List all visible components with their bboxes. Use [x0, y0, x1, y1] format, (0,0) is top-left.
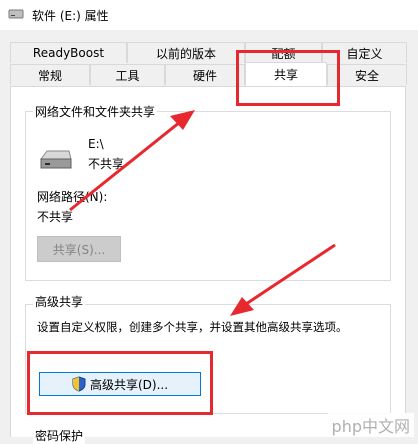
tab-sharing[interactable]: 共享 [245, 62, 327, 86]
tab-label: 共享 [273, 68, 298, 82]
arrow-to-sharing-tab [69, 110, 195, 212]
annotation-arrows [69, 110, 336, 316]
arrow-to-advanced-sharing [230, 243, 336, 316]
watermark: php中文网 [327, 413, 414, 437]
